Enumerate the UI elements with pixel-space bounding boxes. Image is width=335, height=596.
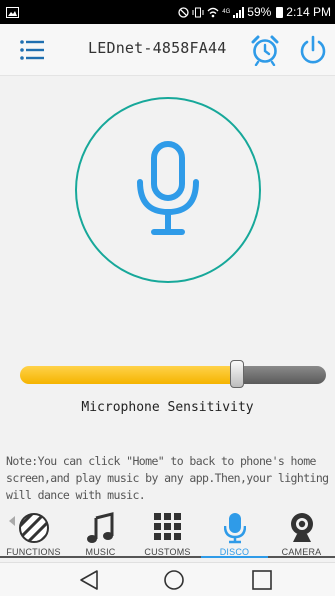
slider-thumb[interactable] bbox=[230, 360, 244, 388]
app-bar: LEDnet-4858FA44 bbox=[0, 24, 335, 76]
battery-percent: 59% bbox=[247, 5, 272, 19]
tab-underline bbox=[67, 556, 134, 558]
camera-icon bbox=[288, 512, 316, 548]
slider-track bbox=[237, 366, 326, 384]
back-triangle-icon bbox=[80, 570, 98, 590]
recents-button[interactable] bbox=[250, 569, 274, 591]
home-circle-icon bbox=[164, 570, 184, 590]
tab-customs[interactable]: CUSTOMS bbox=[134, 506, 201, 562]
wifi-icon bbox=[207, 7, 219, 18]
microphone-icon bbox=[137, 141, 199, 235]
bottom-tab-bar: FUNCTIONS MUSIC CUSTOMS DISCO CAMERA bbox=[0, 506, 335, 562]
battery-icon bbox=[276, 6, 284, 18]
grid-icon bbox=[153, 512, 183, 546]
tab-functions[interactable]: FUNCTIONS bbox=[0, 506, 67, 562]
microphone-toggle-button[interactable] bbox=[75, 97, 261, 283]
tab-underline bbox=[134, 556, 201, 558]
tab-disco[interactable]: DISCO bbox=[201, 506, 268, 562]
vibrate-icon bbox=[192, 7, 204, 18]
power-button[interactable] bbox=[298, 34, 328, 66]
tab-underline bbox=[268, 556, 335, 558]
sensitivity-slider[interactable] bbox=[20, 360, 326, 388]
hamburger-menu-icon bbox=[20, 40, 44, 60]
image-notification-icon bbox=[6, 6, 19, 18]
home-button[interactable] bbox=[162, 569, 186, 591]
alarm-clock-icon bbox=[251, 35, 279, 67]
status-bar: 4G 59% 2:14 PM bbox=[0, 0, 335, 24]
tab-music[interactable]: MUSIC bbox=[67, 506, 134, 562]
tab-underline bbox=[0, 556, 67, 558]
functions-icon bbox=[18, 512, 50, 548]
music-note-icon bbox=[86, 512, 116, 548]
instruction-note: Note:You can click "Home" to back to pho… bbox=[6, 454, 329, 502]
menu-button[interactable] bbox=[20, 39, 44, 61]
microphone-icon bbox=[223, 512, 246, 548]
recents-square-icon bbox=[252, 570, 272, 590]
tab-camera[interactable]: CAMERA bbox=[268, 506, 335, 562]
network-type: 4G bbox=[222, 9, 231, 15]
clock: 2:14 PM bbox=[286, 5, 331, 19]
system-nav-bar bbox=[0, 562, 335, 596]
power-icon bbox=[300, 35, 326, 64]
sensitivity-label: Microphone Sensitivity bbox=[81, 400, 254, 415]
signal-icon bbox=[233, 6, 245, 18]
alarm-button[interactable] bbox=[250, 34, 280, 67]
tab-underline bbox=[201, 556, 268, 558]
back-button[interactable] bbox=[77, 569, 101, 591]
device-title: LEDnet-4858FA44 bbox=[88, 39, 227, 57]
slider-fill bbox=[20, 366, 237, 384]
block-icon bbox=[178, 6, 189, 18]
